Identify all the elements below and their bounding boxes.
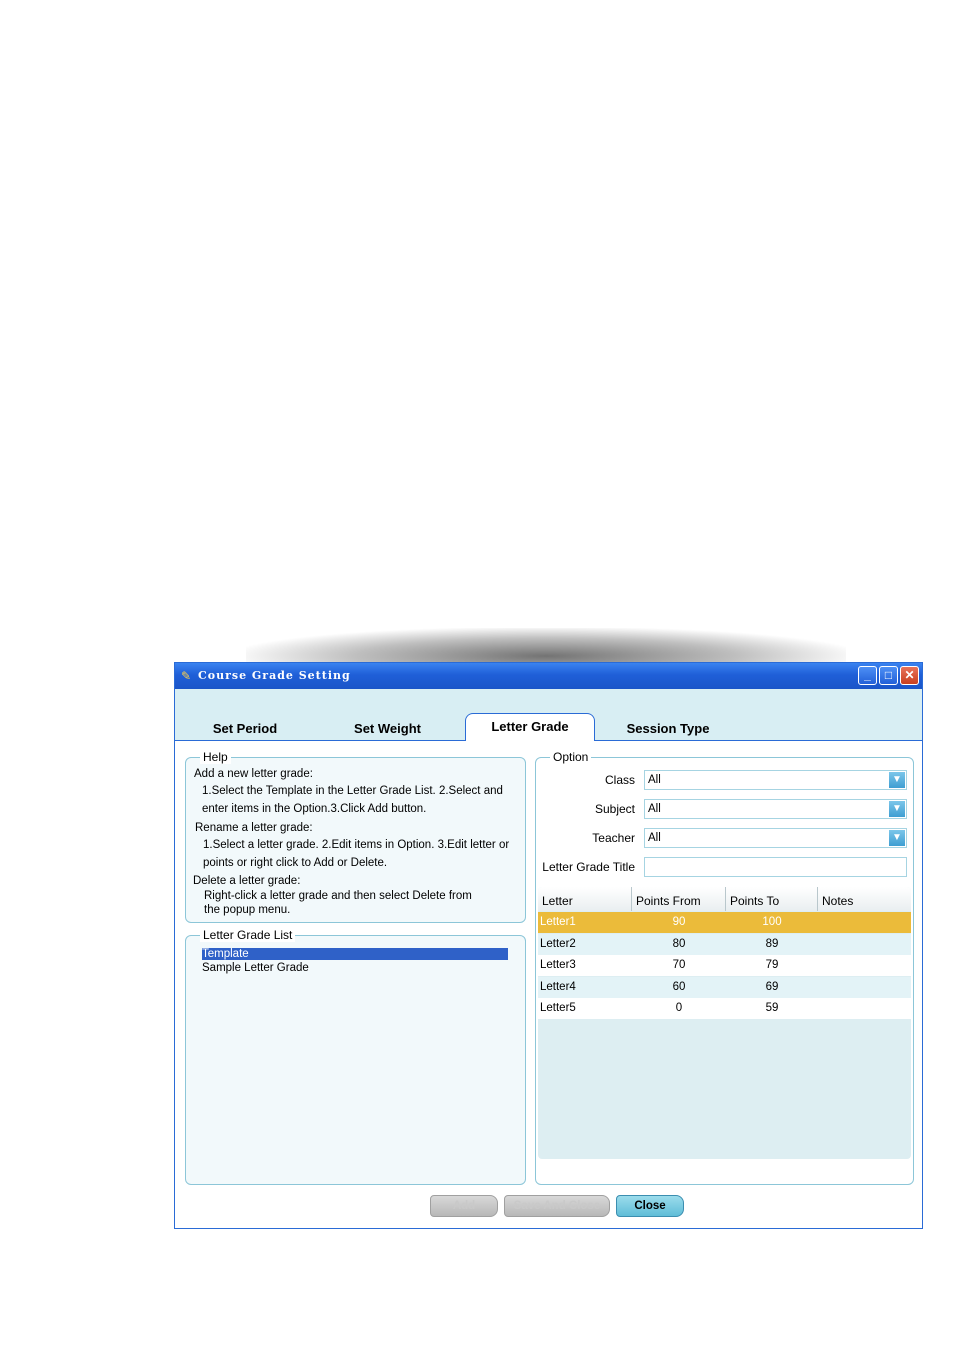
cell-points-from[interactable]: 90 (632, 912, 726, 933)
option-legend: Option (550, 750, 592, 764)
tab-letter-grade[interactable]: Letter Grade (465, 713, 595, 741)
help-line: Right-click a letter grade and then sele… (204, 890, 472, 902)
help-line: points or right click to Add or Delete. (203, 857, 388, 869)
table-row[interactable]: Letter3 70 79 (538, 955, 911, 976)
cell-points-from[interactable]: 70 (632, 955, 726, 976)
class-label: Class (604, 773, 635, 787)
help-line: 1.Select a letter grade. 2.Edit items in… (203, 839, 510, 851)
subject-value: All (648, 803, 661, 815)
teacher-value: All (648, 832, 661, 844)
table-row[interactable]: Letter4 60 69 (538, 977, 911, 998)
cell-letter[interactable]: Letter4 (540, 977, 576, 998)
cell-points-from[interactable]: 0 (632, 998, 726, 1019)
maximize-icon: □ (884, 668, 893, 682)
cell-points-to[interactable]: 100 (726, 912, 818, 933)
letter-grade-title-input[interactable] (644, 857, 907, 877)
cell-letter[interactable]: Letter3 (540, 955, 576, 976)
help-group: Help Add a new letter grade: 1.Select th… (185, 750, 526, 923)
tab-set-weight[interactable]: Set Weight (335, 715, 440, 740)
help-line: enter items in the Option.3.Click Add bu… (202, 803, 427, 815)
cell-points-to[interactable]: 69 (726, 977, 818, 998)
help-line: 1.Select the Template in the Letter Grad… (202, 785, 503, 797)
letter-grade-title-label: Letter Grade Title (542, 860, 635, 874)
help-line: Delete a letter grade: (193, 875, 301, 887)
table-header: Letter Points From Points To Notes (538, 887, 911, 911)
class-value: All (648, 774, 661, 786)
column-header-points-to[interactable]: Points To (726, 887, 818, 911)
cell-letter[interactable]: Letter2 (540, 934, 576, 955)
column-header-letter[interactable]: Letter (538, 887, 632, 911)
cell-points-to[interactable]: 79 (726, 955, 818, 976)
table-row[interactable]: Letter1 90 100 (538, 912, 911, 933)
tab-strip: Set Period Set Weight Letter Grade Sessi… (175, 689, 922, 741)
cell-points-to[interactable]: 89 (726, 934, 818, 955)
course-grade-setting-window: ✎ Course Grade Setting _ □ ✕ Set Period … (174, 662, 923, 1229)
table-row[interactable]: Letter2 80 89 (538, 934, 911, 955)
chevron-down-icon[interactable]: ▼ (889, 830, 905, 846)
tab-content: Help Add a new letter grade: 1.Select th… (175, 741, 922, 1228)
letter-grade-list-legend: Letter Grade List (200, 928, 296, 942)
close-button[interactable]: Close (616, 1195, 684, 1217)
close-window-button[interactable]: ✕ (900, 666, 919, 685)
letter-grade-list-group: Letter Grade List Template Sample Letter… (185, 928, 526, 1185)
column-header-points-from[interactable]: Points From (632, 887, 726, 911)
minimize-icon: _ (864, 668, 871, 682)
save-and-close-button[interactable]: Save And Close (504, 1195, 610, 1217)
maximize-button[interactable]: □ (879, 666, 898, 685)
cell-letter[interactable]: Letter1 (540, 912, 576, 933)
tab-set-period[interactable]: Set Period (195, 715, 295, 740)
chevron-down-icon[interactable]: ▼ (889, 801, 905, 817)
column-header-notes[interactable]: Notes (818, 887, 911, 911)
cell-letter[interactable]: Letter5 (540, 998, 576, 1019)
teacher-label: Teacher (592, 831, 635, 845)
minimize-button[interactable]: _ (858, 666, 877, 685)
cell-points-from[interactable]: 80 (632, 934, 726, 955)
list-item-sample[interactable]: Sample Letter Grade (202, 962, 508, 974)
list-item-template[interactable]: Template (202, 948, 508, 960)
help-line: Rename a letter grade: (195, 822, 313, 834)
cell-points-to[interactable]: 59 (726, 998, 818, 1019)
title-bar[interactable]: ✎ Course Grade Setting _ □ ✕ (175, 663, 922, 689)
help-line: Add a new letter grade: (194, 768, 313, 780)
close-icon: ✕ (904, 668, 915, 682)
help-line: the popup menu. (204, 904, 291, 916)
app-icon: ✎ (181, 669, 192, 683)
letter-grade-table: Letter Points From Points To Notes Lette… (538, 887, 911, 1159)
window-title: Course Grade Setting (198, 669, 351, 682)
subject-select[interactable]: All ▼ (644, 799, 907, 819)
cell-points-from[interactable]: 60 (632, 977, 726, 998)
teacher-select[interactable]: All ▼ (644, 828, 907, 848)
subject-label: Subject (594, 802, 635, 816)
add-button[interactable]: Add (430, 1195, 498, 1217)
tab-session-type[interactable]: Session Type (615, 715, 721, 740)
table-row[interactable]: Letter5 0 59 (538, 998, 911, 1019)
help-legend: Help (200, 750, 231, 764)
class-select[interactable]: All ▼ (644, 770, 907, 790)
option-group: Option Class All ▼ Subject All ▼ Teacher… (535, 750, 914, 1185)
chevron-down-icon[interactable]: ▼ (889, 772, 905, 788)
